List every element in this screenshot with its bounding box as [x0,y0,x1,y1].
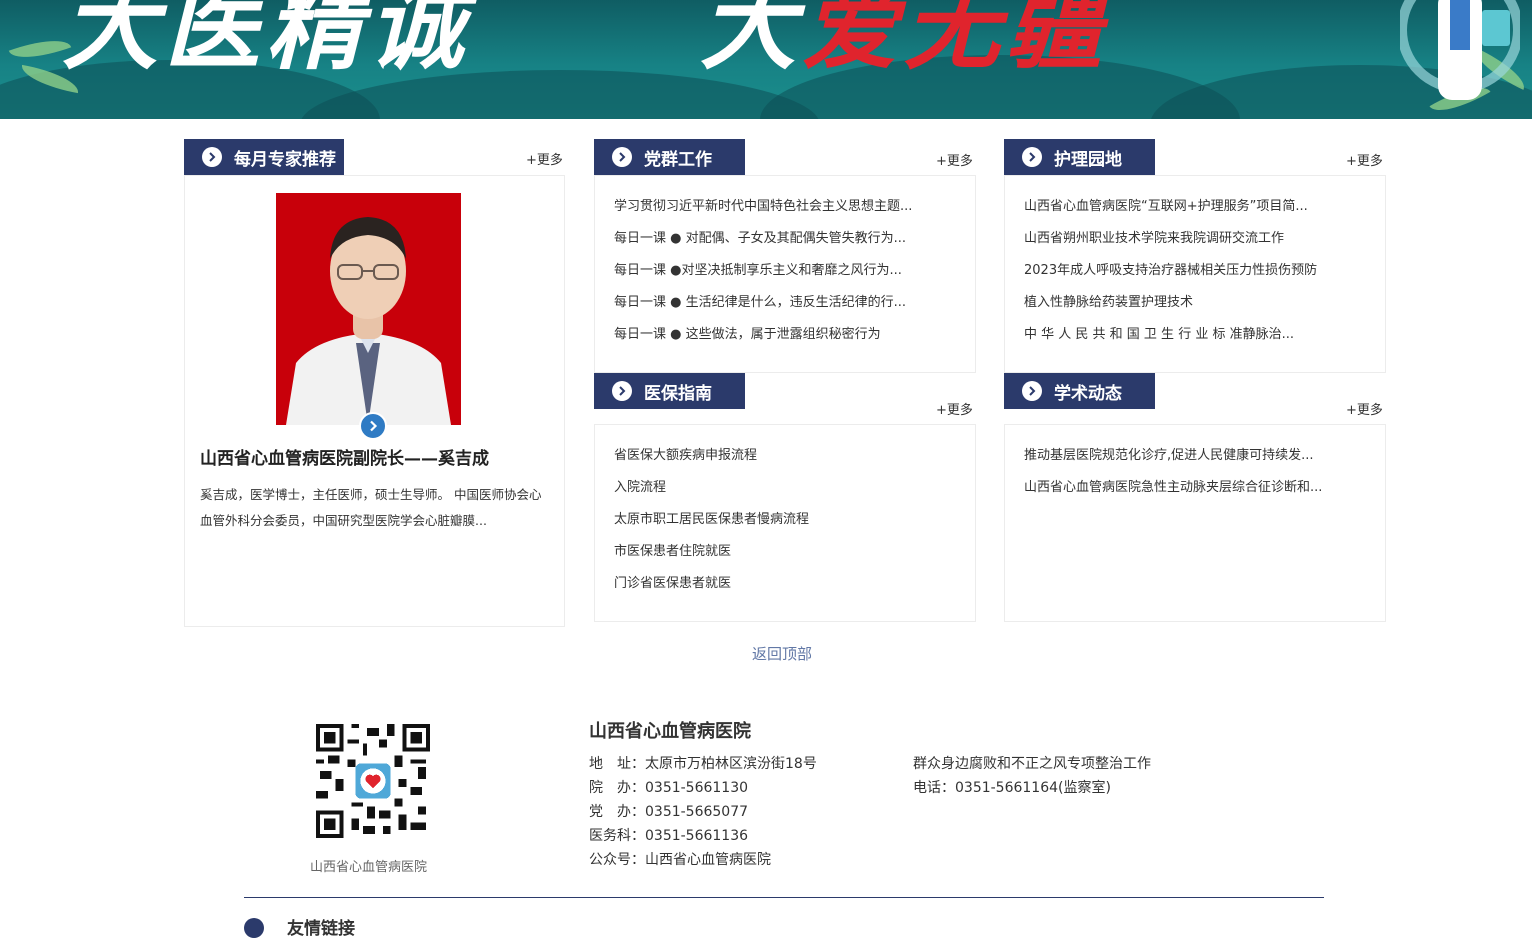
expert-panel: 每月专家推荐 +更多 山西省心血管病医院副院长——奚吉成 奚吉成，医学博士，主任… [184,139,565,627]
qr-code-icon [316,724,430,838]
expert-card[interactable]: 山西省心血管病医院副院长——奚吉成 奚吉成，医学博士，主任医师，硕士生导师。 中… [184,175,565,627]
list-item[interactable]: 植入性静脉给药装置护理技术 [1024,290,1367,322]
list-item[interactable]: 省医保大额疾病申报流程 [614,443,957,475]
portrait-image-icon [276,193,461,425]
insurance-more-link[interactable]: +更多 [936,399,973,418]
list-item[interactable]: 山西省心血管病医院“互联网+护理服务”项目简... [1024,194,1367,226]
tab-expert-label: 每月专家推荐 [234,149,336,170]
tab-insurance[interactable]: 医保指南 [594,373,745,409]
doctor-illustration-icon [1400,0,1520,100]
list-item[interactable]: 入院流程 [614,475,957,507]
banner-slogan-right: 大爱无疆 [700,0,1108,82]
medical-affairs-line: 医务科：0351-5661136 [589,828,749,844]
party-office-line: 党 办：0351-5665077 [589,804,749,820]
banner-slogan-right-red: 爱无疆 [802,0,1108,83]
back-to-top-link[interactable]: 返回顶部 [752,643,812,664]
list-item[interactable]: 每日一课 ●对坚决抵制享乐主义和奢靡之风行为... [614,258,957,290]
hospital-name: 山西省心血管病医院 [589,721,751,742]
chevron-right-circle-icon [202,147,222,167]
list-item[interactable]: 每日一课 ● 这些做法，属于泄露组织秘密行为 [614,322,957,354]
contact-info: 地 址：太原市万柏林区滨汾街18号 院 办：0351-5661130 党 办：0… [589,752,817,872]
list-item[interactable]: 2023年成人呼吸支持治疗器械相关压力性损伤预防 [1024,258,1367,290]
list-item[interactable]: 太原市职工居民医保患者慢病流程 [614,507,957,539]
list-item[interactable]: 学习贯彻习近平新时代中国特色社会主义思想主题... [614,194,957,226]
expert-more-link[interactable]: +更多 [526,149,563,168]
tab-expert[interactable]: 每月专家推荐 [184,139,344,175]
list-item[interactable]: 山西省朔州职业技术学院来我院调研交流工作 [1024,226,1367,258]
tab-nursing[interactable]: 护理园地 [1004,139,1155,175]
tab-party-work-label: 党群工作 [644,149,712,170]
play-circle-icon[interactable] [359,412,387,440]
nursing-news-list: 山西省心血管病医院“互联网+护理服务”项目简... 山西省朔州职业技术学院来我院… [1024,194,1367,354]
qr-caption: 山西省心血管病医院 [310,860,428,875]
nursing-panel: 护理园地 +更多 山西省心血管病医院“互联网+护理服务”项目简... 山西省朔州… [1004,139,1386,373]
party-more-link[interactable]: +更多 [936,150,973,169]
friendly-links-title: 友情链接 [287,919,355,939]
chevron-right-circle-icon [244,918,264,938]
list-item[interactable]: 每日一课 ● 生活纪律是什么，违反生活纪律的行... [614,290,957,322]
tab-academic-label: 学术动态 [1054,383,1122,404]
tab-academic[interactable]: 学术动态 [1004,373,1155,409]
party-work-panel: 党群工作 +更多 学习贯彻习近平新时代中国特色社会主义思想主题... 每日一课 … [594,139,976,373]
hospital-office-line: 院 办：0351-5661130 [589,780,749,796]
insurance-news-list: 省医保大额疾病申报流程 入院流程 太原市职工居民医保患者慢病流程 市医保患者住院… [614,443,957,603]
list-item[interactable]: 每日一课 ● 对配偶、子女及其配偶失管失教行为... [614,226,957,258]
tab-party-work[interactable]: 党群工作 [594,139,745,175]
banner-slogan-right-prefix: 大 [700,0,802,83]
list-item[interactable]: 山西省心血管病医院急性主动脉夹层综合征诊断和... [1024,475,1367,507]
nursing-list-box: 山西省心血管病医院“互联网+护理服务”项目简... 山西省朔州职业技术学院来我院… [1004,175,1386,373]
expert-description: 奚吉成，医学博士，主任医师，硕士生导师。 中国医师协会心血管外科分会委员，中国研… [200,487,542,528]
party-news-list: 学习贯彻习近平新时代中国特色社会主义思想主题... 每日一课 ● 对配偶、子女及… [614,194,957,354]
expert-photo[interactable] [276,193,461,425]
tab-nursing-label: 护理园地 [1054,149,1122,170]
address-line: 地 址：太原市万柏林区滨汾街18号 [589,756,817,772]
supervision-phone: 电话：0351-5661164(监察室) [913,780,1111,796]
footer-divider [244,897,1324,898]
chevron-right-circle-icon [1022,381,1042,401]
expert-title[interactable]: 山西省心血管病医院副院长——奚吉成 [200,444,489,469]
top-banner: 大医精诚 大爱无疆 [0,0,1532,119]
nursing-more-link[interactable]: +更多 [1346,150,1383,169]
tab-insurance-label: 医保指南 [644,383,712,404]
party-list-box: 学习贯彻习近平新时代中国特色社会主义思想主题... 每日一课 ● 对配偶、子女及… [594,175,976,373]
supervision-title: 群众身边腐败和不正之风专项整治工作 [913,756,1151,772]
chevron-right-circle-icon [612,381,632,401]
list-item[interactable]: 推动基层医院规范化诊疗,促进人民健康可持续发... [1024,443,1367,475]
insurance-list-box: 省医保大额疾病申报流程 入院流程 太原市职工居民医保患者慢病流程 市医保患者住院… [594,424,976,622]
banner-slogan-left: 大医精诚 [62,0,470,83]
academic-panel: 学术动态 +更多 推动基层医院规范化诊疗,促进人民健康可持续发... 山西省心血… [1004,373,1386,622]
public-account-line: 公众号：山西省心血管病医院 [589,852,771,868]
academic-more-link[interactable]: +更多 [1346,399,1383,418]
list-item[interactable]: 市医保患者住院就医 [614,539,957,571]
insurance-panel: 医保指南 +更多 省医保大额疾病申报流程 入院流程 太原市职工居民医保患者慢病流… [594,373,976,622]
academic-news-list: 推动基层医院规范化诊疗,促进人民健康可持续发... 山西省心血管病医院急性主动脉… [1024,443,1367,507]
supervision-info: 群众身边腐败和不正之风专项整治工作 电话：0351-5661164(监察室) [913,752,1151,800]
chevron-right-circle-icon [1022,147,1042,167]
academic-list-box: 推动基层医院规范化诊疗,促进人民健康可持续发... 山西省心血管病医院急性主动脉… [1004,424,1386,622]
list-item[interactable]: 门诊省医保患者就医 [614,571,957,603]
chevron-right-circle-icon [612,147,632,167]
list-item[interactable]: 中 华 人 民 共 和 国 卫 生 行 业 标 准静脉治... [1024,322,1367,354]
